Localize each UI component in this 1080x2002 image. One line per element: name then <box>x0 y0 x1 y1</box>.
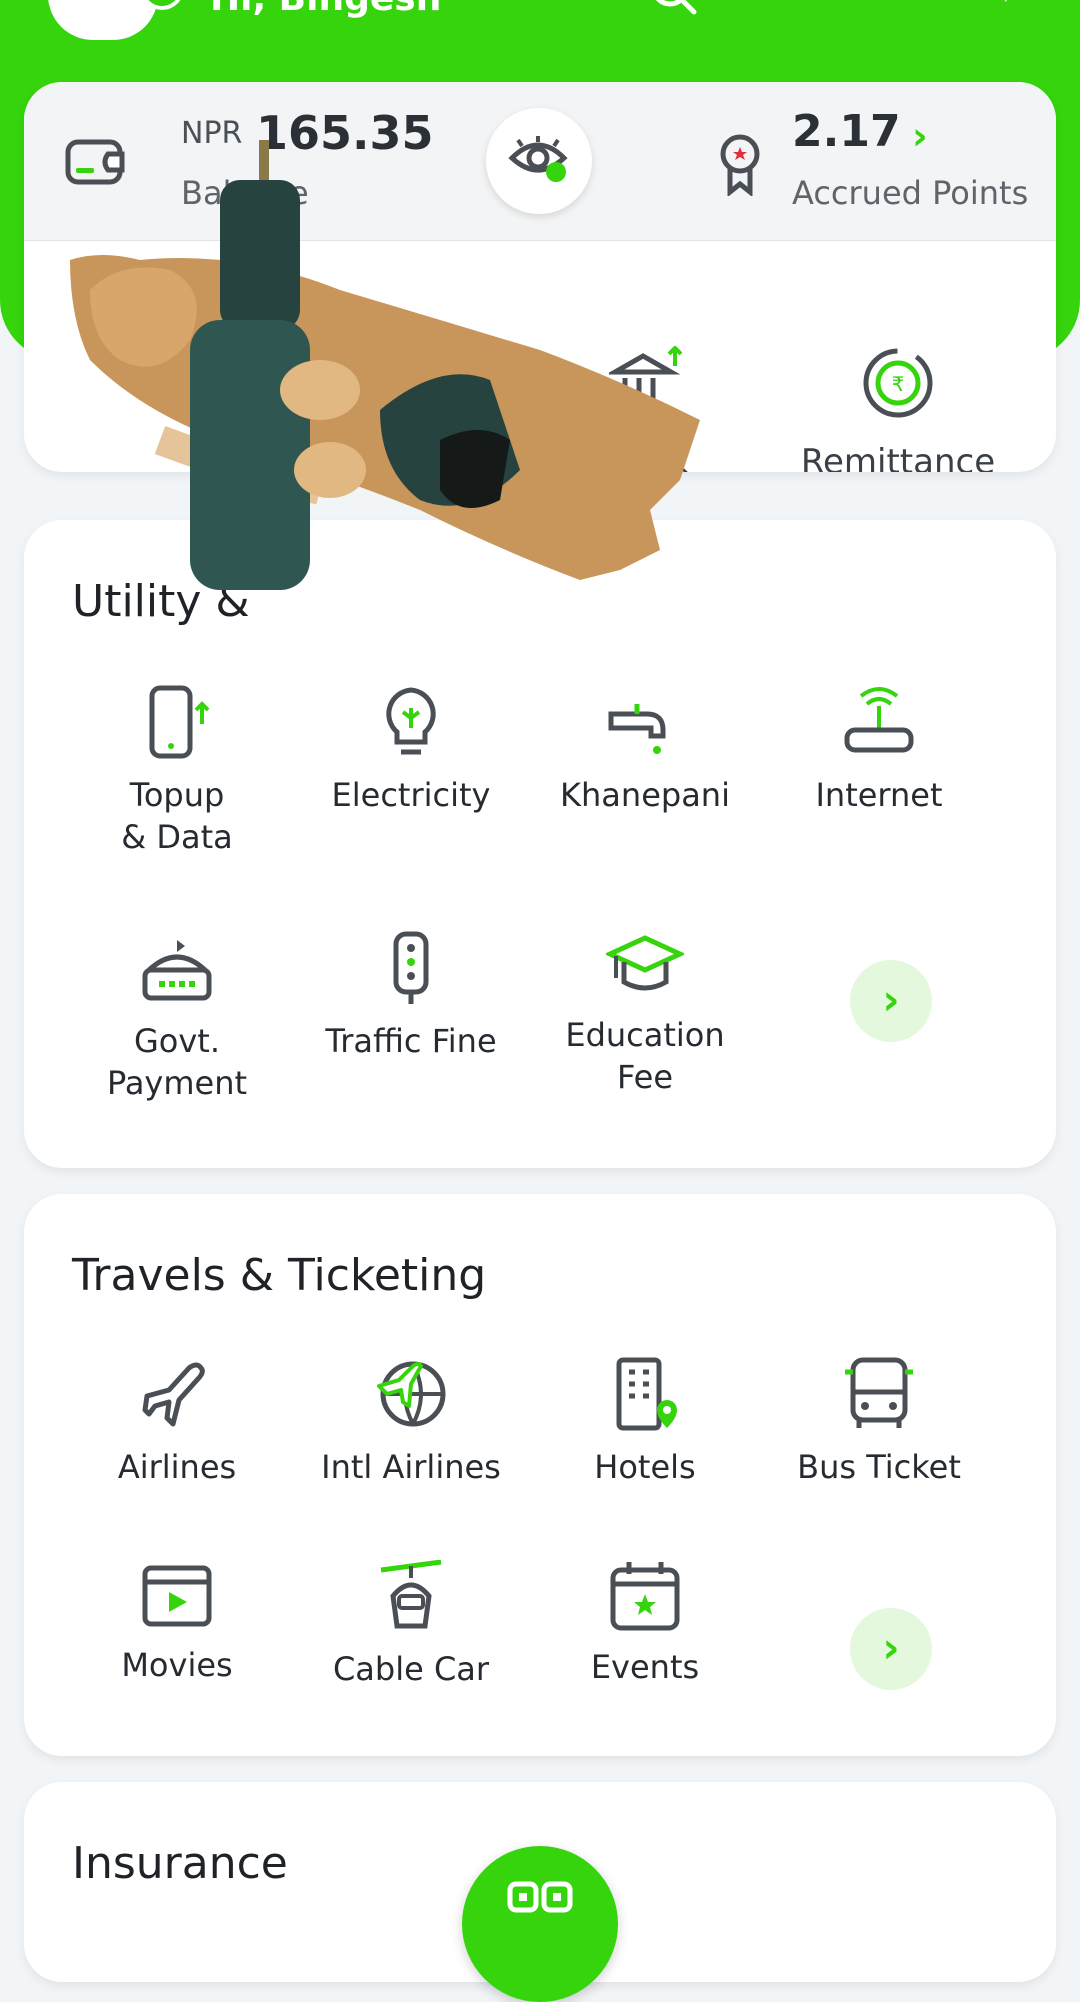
traffic-light-icon <box>393 931 429 1004</box>
service-education-fee[interactable]: Education Fee <box>528 930 762 1098</box>
service-cable-car[interactable]: Cable Car <box>294 1560 528 1690</box>
avatar[interactable]: ✓ <box>48 0 184 40</box>
clapper-icon <box>142 1565 212 1627</box>
greeting-text: Hi, Bingesh <box>210 0 441 19</box>
service-events[interactable]: Events <box>528 1560 762 1688</box>
balance-label: Balance <box>181 174 309 212</box>
cable-car-icon <box>380 1560 442 1629</box>
bus-icon <box>845 1357 913 1428</box>
chevron-right-icon: › <box>912 114 928 158</box>
chevron-right-icon: › <box>882 1623 900 1672</box>
section-title-insurance: Insurance <box>72 1838 288 1889</box>
wallet-icon <box>65 139 125 185</box>
service-label: Events <box>590 1648 700 1686</box>
service-label: Hotels <box>594 1448 696 1486</box>
quick-action-load-wallet[interactable] <box>290 262 530 462</box>
section-title-travel: Travels & Ticketing <box>72 1250 487 1301</box>
service-traffic-fine[interactable]: Traffic Fine <box>294 930 528 1062</box>
service-label: Bus Ticket <box>797 1448 961 1486</box>
balance-amount: 165.35 <box>256 106 434 160</box>
service-movies[interactable]: Movies <box>60 1560 294 1686</box>
service-label: Topup & Data <box>121 776 233 856</box>
service-govt-payment[interactable]: Govt. Payment <box>60 930 294 1104</box>
quick-action-label: Bank <box>603 442 689 472</box>
service-label: Electricity <box>331 776 491 814</box>
balance-strip: NPR 165.35 Balance 2.17 › Accrued Points <box>24 82 1056 241</box>
service-hotels[interactable]: Hotels <box>528 1356 762 1488</box>
router-icon <box>844 687 914 753</box>
service-topup[interactable]: Topup & Data <box>60 684 294 858</box>
service-label: Education Fee <box>565 1016 725 1096</box>
graduation-cap-icon <box>606 935 684 991</box>
quick-action-label: Remittance <box>800 442 996 472</box>
points-section[interactable]: 2.17 › Accrued Points <box>690 106 1050 222</box>
service-label: Cable Car <box>332 1650 490 1688</box>
bulb-icon <box>386 687 436 755</box>
utility-more-button[interactable]: › <box>850 960 932 1042</box>
remittance-icon: ₹ <box>863 348 933 418</box>
calendar-star-icon <box>610 1562 680 1631</box>
toggle-balance-visibility-button[interactable] <box>486 108 592 214</box>
travel-card: Travels & Ticketing Airlines Intl Airlin… <box>24 1194 1056 1756</box>
service-bus-ticket[interactable]: Bus Ticket <box>762 1356 996 1488</box>
qr-scan-icon <box>507 1881 573 1913</box>
service-khanepani[interactable]: Khanepani <box>528 684 762 816</box>
verified-check-icon: ✓ <box>140 0 184 10</box>
service-label: Traffic Fine <box>325 1022 497 1060</box>
quick-action-bank[interactable]: Bank <box>526 262 766 472</box>
service-label: Govt. Payment <box>106 1022 248 1102</box>
quick-action-1[interactable] <box>40 262 280 462</box>
tap-icon <box>608 704 666 754</box>
chevron-right-icon: › <box>882 975 900 1024</box>
quick-action-remittance[interactable]: ₹ Remittance <box>778 262 1018 472</box>
service-electricity[interactable]: Electricity <box>294 684 528 816</box>
govt-building-icon <box>142 940 212 1001</box>
plane-icon <box>142 1362 205 1427</box>
ribbon-icon <box>720 134 760 196</box>
bell-icon[interactable] <box>808 0 858 20</box>
hotel-icon <box>616 1357 677 1431</box>
wallet-card: NPR 165.35 Balance 2.17 › Accrued Points <box>24 82 1056 472</box>
bank-icon <box>609 346 683 411</box>
points-value: 2.17 <box>792 106 901 157</box>
svg-text:₹: ₹ <box>892 372 905 396</box>
search-icon[interactable] <box>650 0 700 20</box>
wallet-upload-icon <box>380 346 440 413</box>
travel-more-button[interactable]: › <box>850 1608 932 1690</box>
service-label: Internet <box>815 776 943 814</box>
currency-label: NPR <box>181 116 243 151</box>
service-airlines[interactable]: Airlines <box>60 1356 294 1488</box>
chat-icon[interactable] <box>958 0 1008 20</box>
utility-card: Utility & Topup & Data Electricity Khane… <box>24 520 1056 1168</box>
service-label: Airlines <box>117 1448 237 1486</box>
section-title-utility: Utility & <box>72 576 250 627</box>
globe-plane-icon <box>377 1361 446 1427</box>
service-label: Intl Airlines <box>321 1448 501 1486</box>
points-label: Accrued Points <box>792 174 1029 212</box>
scan-qr-button[interactable] <box>462 1846 618 2002</box>
service-intl-airlines[interactable]: Intl Airlines <box>294 1356 528 1488</box>
service-label: Khanepani <box>560 776 730 814</box>
top-bar: ✓ Hi, Bingesh <box>0 0 1080 60</box>
phone-topup-icon <box>149 685 210 759</box>
eye-icon <box>508 136 568 182</box>
service-internet[interactable]: Internet <box>762 684 996 816</box>
service-label: Movies <box>121 1646 233 1684</box>
